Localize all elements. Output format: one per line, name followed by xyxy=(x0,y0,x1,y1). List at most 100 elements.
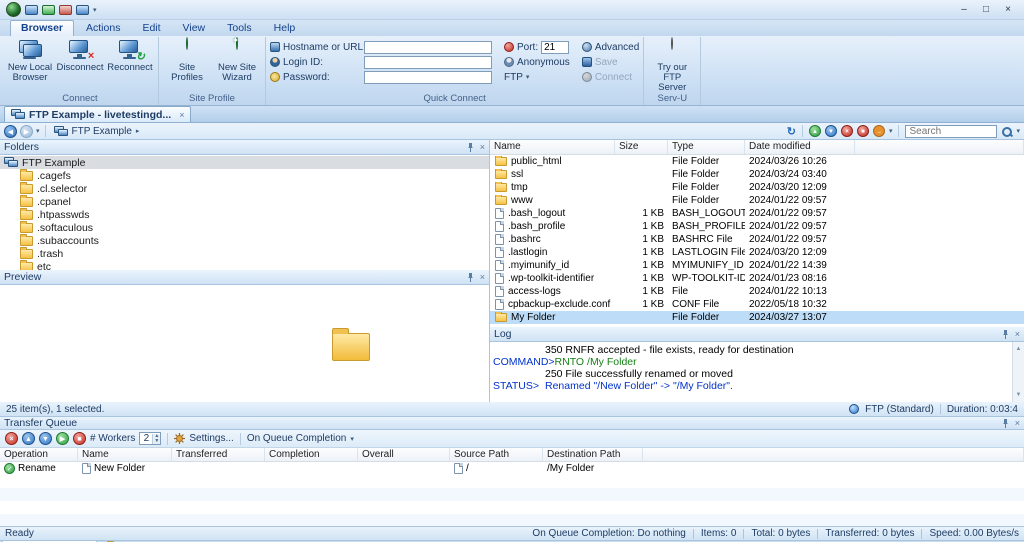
abort-icon[interactable]: ■ xyxy=(856,125,869,137)
search-input[interactable] xyxy=(905,124,998,138)
pin-icon[interactable] xyxy=(1001,329,1010,339)
stepper-down-icon[interactable]: ▼ xyxy=(154,438,159,444)
back-button[interactable]: ◀ xyxy=(4,124,17,138)
column-type[interactable]: Type xyxy=(668,140,745,154)
tree-item[interactable]: .cagefs xyxy=(0,168,489,182)
column-source-path[interactable]: Source Path xyxy=(450,448,543,461)
refresh-icon[interactable]: ↻ xyxy=(787,125,796,138)
qat-dropdown-icon[interactable]: ▾ xyxy=(93,6,97,14)
session-close-icon[interactable]: × xyxy=(175,110,184,120)
settings-button[interactable]: Settings... xyxy=(189,433,233,444)
column-date-modified[interactable]: Date modified xyxy=(745,140,855,154)
qat-connect-icon[interactable] xyxy=(42,4,55,15)
pin-icon[interactable] xyxy=(1001,418,1010,428)
move-up-icon[interactable]: ▲ xyxy=(22,432,35,445)
close-icon[interactable]: × xyxy=(480,142,485,152)
save-button[interactable]: Save xyxy=(595,57,618,68)
on-queue-dropdown-icon[interactable]: ▾ xyxy=(350,435,354,443)
tree-item[interactable]: .softaculous xyxy=(0,220,489,234)
close-icon[interactable]: × xyxy=(480,272,485,282)
connect-button[interactable]: Connect xyxy=(595,72,632,83)
column-overall[interactable]: Overall xyxy=(358,448,450,461)
on-queue-completion-button[interactable]: On Queue Completion xyxy=(247,433,347,444)
log-scrollbar[interactable]: ▲ ▼ xyxy=(1012,342,1024,402)
close-button[interactable]: × xyxy=(998,2,1018,18)
maximize-button[interactable]: □ xyxy=(976,2,996,18)
protocol-label[interactable]: FTP xyxy=(504,72,523,83)
password-input[interactable] xyxy=(364,70,492,84)
column-destination-path[interactable]: Destination Path xyxy=(543,448,643,461)
disconnect-button[interactable]: × Disconnect xyxy=(56,38,104,73)
stop-queue-icon[interactable]: ■ xyxy=(73,432,86,445)
file-row[interactable]: .bash_logout1 KBBASH_LOGOUT Fi...2024/01… xyxy=(490,207,1024,220)
start-queue-icon[interactable]: ▶ xyxy=(56,432,69,445)
download-icon[interactable]: ▼ xyxy=(824,125,837,137)
file-row-selected[interactable]: My Folder File Folder 2024/03/27 13:07 xyxy=(490,311,1024,324)
tree-item[interactable]: etc xyxy=(0,259,489,270)
site-profiles-button[interactable]: Site Profiles xyxy=(163,37,211,83)
search-dropdown-icon[interactable]: ▾ xyxy=(1016,127,1020,135)
file-row[interactable]: .bash_profile1 KBBASH_PROFILE File2024/0… xyxy=(490,220,1024,233)
pin-icon[interactable] xyxy=(466,142,475,152)
tab-actions[interactable]: Actions xyxy=(76,21,130,36)
qat-disconnect-icon[interactable] xyxy=(59,4,72,15)
column-name[interactable]: Name xyxy=(490,140,615,154)
qat-browser-icon[interactable] xyxy=(25,4,38,15)
history-dropdown-icon[interactable]: ▾ xyxy=(36,127,40,135)
column-transferred[interactable]: Transferred xyxy=(172,448,265,461)
hostname-input[interactable] xyxy=(364,40,492,54)
file-row[interactable]: cpbackup-exclude.conf 1 KB CONF File 2022/0… xyxy=(490,298,1024,311)
column-size[interactable]: Size xyxy=(615,140,668,154)
file-row[interactable]: .myimunify_id1 KBMYIMUNIFY_ID File2024/0… xyxy=(490,259,1024,272)
anonymous-label[interactable]: Anonymous xyxy=(517,57,570,68)
tab-view[interactable]: View xyxy=(173,21,216,36)
tab-edit[interactable]: Edit xyxy=(132,21,170,36)
new-site-wizard-button[interactable]: ✦ New Site Wizard xyxy=(213,36,261,83)
upload-icon[interactable]: ▲ xyxy=(808,125,821,137)
forward-button[interactable]: ▶ xyxy=(20,124,33,138)
close-icon[interactable]: × xyxy=(1015,329,1020,339)
tab-help[interactable]: Help xyxy=(264,21,306,36)
tree-root-item[interactable]: FTP Example xyxy=(0,156,489,169)
port-input[interactable] xyxy=(541,40,570,54)
login-input[interactable] xyxy=(364,55,492,69)
tree-item[interactable]: .trash xyxy=(0,246,489,260)
tab-browser[interactable]: Browser xyxy=(10,20,75,36)
tab-tools[interactable]: Tools xyxy=(217,21,262,36)
file-row[interactable]: .lastlogin 1 KB LASTLOGIN File 2024/03/20 1… xyxy=(490,246,1024,259)
new-local-browser-button[interactable]: New Local Browser xyxy=(6,38,54,83)
remove-item-icon[interactable]: × xyxy=(5,432,18,445)
search-icon[interactable] xyxy=(1001,126,1013,137)
tree-item[interactable]: .cpanel xyxy=(0,194,489,208)
move-down-icon[interactable]: ▼ xyxy=(39,432,52,445)
file-row[interactable]: www File Folder 2024/01/22 09:57 xyxy=(490,194,1024,207)
file-row[interactable]: .wp-toolkit-identifier1 KBWP-TOOLKIT-IDE… xyxy=(490,272,1024,285)
minimize-button[interactable]: – xyxy=(954,2,974,18)
column-operation[interactable]: Operation xyxy=(0,448,78,461)
workers-stepper[interactable]: 2 ▲ ▼ xyxy=(139,432,162,445)
qat-site-icon[interactable] xyxy=(76,4,89,15)
breadcrumb-arrow-icon[interactable]: ▸ xyxy=(136,127,140,135)
close-icon[interactable]: × xyxy=(1015,418,1020,428)
file-row[interactable]: public_html File Folder 2024/03/26 10:26 xyxy=(490,155,1024,168)
reconnect-button[interactable]: ↻ Reconnect xyxy=(106,38,154,73)
advanced-button[interactable]: Advanced xyxy=(595,42,639,53)
tab-ftp-example-session[interactable]: FTP Example - livetestingd... × xyxy=(4,106,192,122)
actions-dropdown-icon[interactable]: ▾ xyxy=(889,127,893,135)
file-row[interactable]: ssl File Folder 2024/03/24 03:40 xyxy=(490,168,1024,181)
protocol-dropdown-icon[interactable]: ▾ xyxy=(526,73,530,81)
column-completion[interactable]: Completion xyxy=(265,448,358,461)
tree-item[interactable]: .cl.selector xyxy=(0,181,489,195)
file-row[interactable]: tmp File Folder 2024/03/20 12:09 xyxy=(490,181,1024,194)
file-row[interactable]: .bashrc 1 KB BASHRC File 2024/01/22 09:57 xyxy=(490,233,1024,246)
column-name[interactable]: Name xyxy=(78,448,172,461)
tree-item[interactable]: .htpasswds xyxy=(0,207,489,221)
address-breadcrumb[interactable]: FTP Example ▸ xyxy=(51,125,143,137)
sync-icon[interactable]: → xyxy=(872,125,885,137)
try-ftp-server-button[interactable]: Try our FTP Server xyxy=(648,37,696,93)
tree-item[interactable]: .subaccounts xyxy=(0,233,489,247)
stop-icon[interactable]: × xyxy=(840,125,853,137)
pin-icon[interactable] xyxy=(466,272,475,282)
app-logo-icon[interactable] xyxy=(6,2,21,17)
queue-row[interactable]: ✓ Rename New Folder / /My Folder xyxy=(0,462,1024,475)
